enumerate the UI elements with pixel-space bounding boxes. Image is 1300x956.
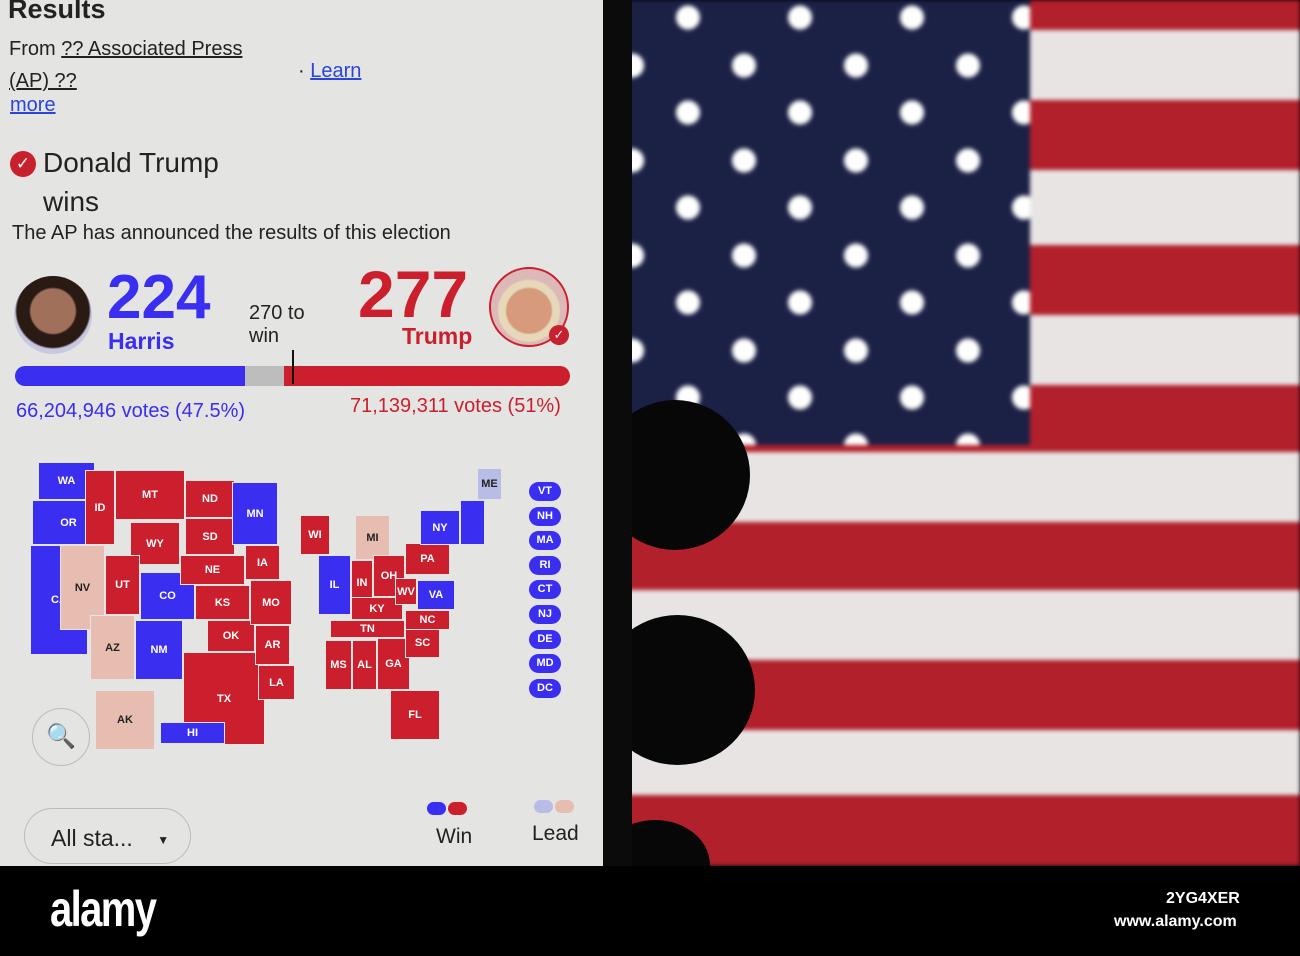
state-al[interactable]: AL [352,640,377,690]
harris-popular-votes: 66,204,946 votes (47.5%) [16,400,246,422]
harris-electoral-votes: 224 [107,263,211,332]
state-pill-vt[interactable]: VT [529,482,561,501]
legend-win-label: Win [436,825,473,848]
zoom-button[interactable]: 🔍 [32,708,90,766]
state-filter-dropdown[interactable]: All sta... ▼ [24,808,191,864]
state-nm[interactable]: NM [135,620,183,680]
legend-win-swatch [427,802,469,815]
phone-screen: Results From ?? Associated Press (AP) ??… [0,0,603,866]
alamy-url: www.alamy.com [1114,913,1237,930]
flag-canton [620,0,1030,445]
state-fl[interactable]: FL [390,690,440,740]
state-la[interactable]: LA [258,665,295,700]
state-ar[interactable]: AR [255,625,290,665]
alamy-logo: alamy [50,881,157,937]
state-mo[interactable]: MO [250,580,292,625]
state-pill-ct[interactable]: CT [529,580,561,600]
image-id: 2YG4XER [1166,890,1240,907]
trump-bar [283,366,570,386]
state-pa[interactable]: PA [405,543,450,575]
state-ks[interactable]: KS [195,585,250,620]
learn-more-link-2[interactable]: more [10,94,56,117]
harris-name: Harris [108,328,175,354]
state-new-england[interactable] [460,500,485,545]
state-ne[interactable]: NE [180,555,245,585]
harris-avatar [14,276,92,354]
state-pill-ri[interactable]: RI [529,555,561,575]
state-mt[interactable]: MT [115,470,185,520]
state-nd[interactable]: ND [185,480,235,518]
trump-popular-votes: 71,139,311 votes (51%) [350,395,561,417]
state-filter-value: All sta... [51,825,133,851]
learn-more-link[interactable]: Learn [310,60,361,82]
state-mi[interactable]: MI [355,515,390,560]
state-il[interactable]: IL [318,555,351,615]
state-sd[interactable]: SD [185,518,235,555]
trump-name: Trump [402,323,473,349]
state-ak[interactable]: AK [95,690,155,750]
state-tn[interactable]: TN [330,620,405,638]
state-pill-nh[interactable]: NH [529,506,561,526]
winner-check-icon: ✓ [10,151,36,177]
winner-name: Donald Trump [43,147,219,178]
state-id[interactable]: ID [85,470,115,545]
zoom-in-icon: 🔍 [46,723,76,750]
state-ia[interactable]: IA [245,545,280,580]
source-prefix: From [9,38,56,60]
state-ok[interactable]: OK [207,620,255,652]
state-sc[interactable]: SC [405,628,440,658]
watermark-footer: alamy 2YG4XER www.alamy.com [0,866,1300,956]
threshold-marker [292,350,294,384]
separator: · [298,60,305,82]
state-hi[interactable]: HI [160,722,225,744]
state-mn[interactable]: MN [232,482,278,545]
state-va[interactable]: VA [417,580,455,610]
state-nc[interactable]: NC [405,610,450,630]
state-wi[interactable]: WI [300,515,330,555]
state-ny[interactable]: NY [420,510,460,545]
trump-electoral-votes: 277 [358,257,469,331]
trump-check-icon: ✓ [549,325,569,345]
state-pill-de[interactable]: DE [529,629,561,649]
undecided-bar [244,366,284,386]
state-ms[interactable]: MS [325,640,352,690]
state-pill-nj[interactable]: NJ [529,605,561,624]
state-ut[interactable]: UT [105,555,140,615]
legend-lead-swatch [534,800,576,813]
page-title: Results [8,0,106,24]
chevron-down-icon: ▼ [157,832,170,847]
threshold-label-2: win [249,325,280,347]
state-pill-dc[interactable]: DC [529,678,561,698]
state-az[interactable]: AZ [90,615,135,680]
state-wv[interactable]: WV [395,578,417,605]
winner-wins: wins [43,186,100,217]
winner-subtitle: The AP has announced the results of this… [12,222,451,244]
state-pill-md[interactable]: MD [529,654,561,674]
legend-lead-label: Lead [532,822,579,845]
threshold-label: 270 to [249,302,305,324]
state-pill-ma[interactable]: MA [529,531,561,551]
state-me[interactable]: ME [477,468,502,500]
harris-bar [15,366,245,386]
